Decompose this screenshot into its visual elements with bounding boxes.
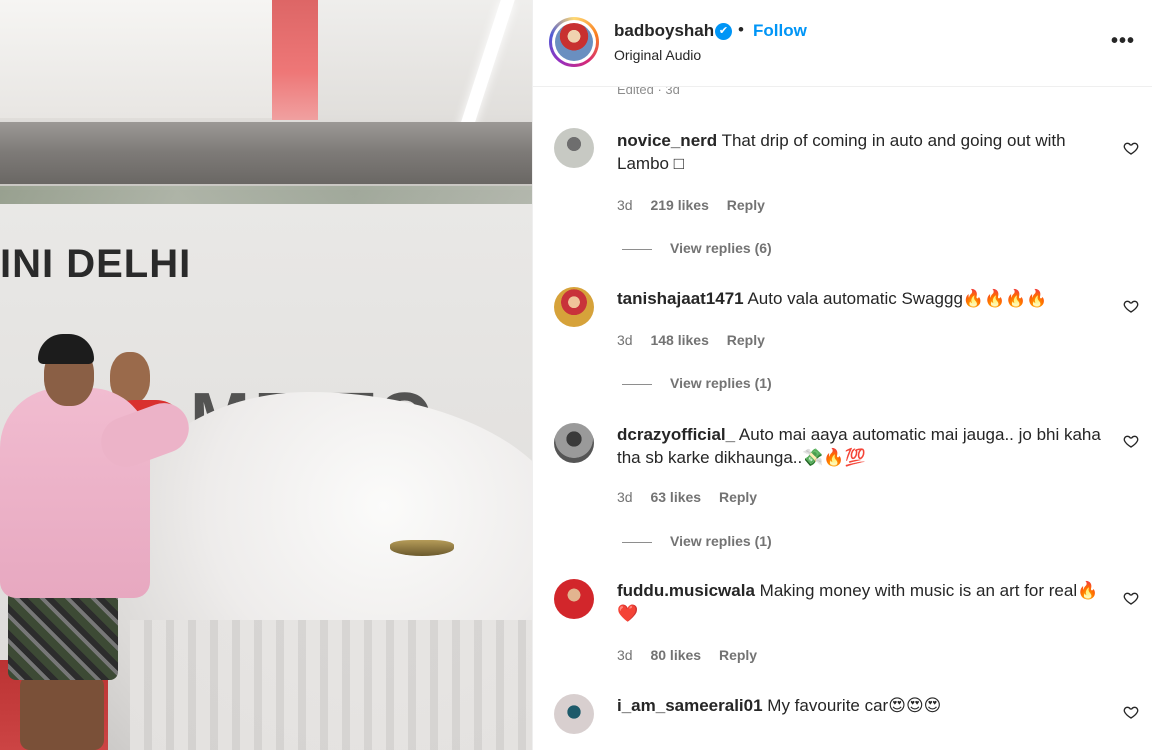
comment-meta: 3d 148 likes Reply [617, 332, 779, 348]
video-banner-text: INI DELHI [0, 242, 192, 286]
replies-divider [622, 248, 652, 250]
view-replies-button[interactable]: View replies (6) [622, 240, 772, 256]
comment-meta: 3d 63 likes Reply [617, 489, 771, 505]
comment-body: tanishajaat1471 Auto vala automatic Swag… [617, 287, 1117, 310]
verified-badge-icon: ✔ [715, 23, 732, 40]
comment-body: i_am_sameerali01 My favourite car😍😍😍 [617, 694, 1117, 717]
view-replies-button[interactable]: View replies (1) [622, 533, 772, 549]
avatar-ring-inner [552, 20, 596, 64]
car-logo [390, 540, 454, 556]
comment-text: Auto vala automatic Swaggg🔥🔥🔥🔥 [747, 289, 1048, 308]
reply-button[interactable]: Reply [727, 332, 765, 348]
replies-divider [622, 541, 652, 543]
comment-likes[interactable]: 63 likes [650, 489, 701, 505]
commenter-avatar[interactable] [554, 694, 594, 734]
comments-panel: badboyshah ✔ • Follow Original Audio •••… [532, 0, 1152, 750]
view-replies-label: View replies (1) [670, 533, 772, 549]
commenter-avatar[interactable] [554, 579, 594, 619]
reply-button[interactable]: Reply [719, 647, 757, 663]
video-red-light [272, 0, 318, 120]
like-heart-icon[interactable] [1123, 140, 1139, 156]
reel-video[interactable]: INI DELHI ME TO [0, 0, 532, 750]
comment-text: My favourite car😍😍😍 [767, 696, 942, 715]
view-replies-button[interactable]: View replies (1) [622, 375, 772, 391]
comment-likes[interactable]: 219 likes [650, 197, 708, 213]
video-beam [0, 122, 532, 184]
view-replies-label: View replies (6) [670, 240, 772, 256]
car-cover-fold [130, 620, 532, 750]
replies-divider [622, 383, 652, 385]
follow-button[interactable]: Follow [753, 21, 807, 41]
post-viewer: INI DELHI ME TO badboyshah ✔ • Follow Or… [0, 0, 1152, 750]
comment-likes[interactable]: 148 likes [650, 332, 708, 348]
commenter-avatar[interactable] [554, 128, 594, 168]
comment-time: 3d [617, 197, 633, 213]
like-heart-icon[interactable] [1123, 704, 1139, 720]
like-heart-icon[interactable] [1123, 298, 1139, 314]
reply-button[interactable]: Reply [719, 489, 757, 505]
comment-body: fuddu.musicwala Making money with music … [617, 579, 1117, 625]
view-replies-label: View replies (1) [670, 375, 772, 391]
comment-body: novice_nerd That drip of coming in auto … [617, 129, 1117, 175]
comment-username[interactable]: novice_nerd [617, 131, 717, 150]
comment-meta: 3d 219 likes Reply [617, 197, 779, 213]
post-header: badboyshah ✔ • Follow Original Audio ••• [533, 0, 1152, 87]
video-ceiling-panel [0, 0, 280, 118]
comment-time: 3d [617, 332, 633, 348]
comment-meta: 3d 80 likes Reply [617, 647, 771, 663]
like-heart-icon[interactable] [1123, 590, 1139, 606]
author-username[interactable]: badboyshah [614, 21, 714, 41]
author-avatar[interactable] [549, 17, 599, 67]
header-separator: • [738, 20, 744, 39]
comment-username[interactable]: tanishajaat1471 [617, 289, 744, 308]
comment-time: 3d [617, 489, 633, 505]
comment-time: 3d [617, 647, 633, 663]
reply-button[interactable]: Reply [727, 197, 765, 213]
commenter-avatar[interactable] [554, 423, 594, 463]
person-shorts [8, 590, 118, 680]
avatar-photo [555, 23, 593, 61]
more-options-icon[interactable]: ••• [1111, 30, 1135, 53]
comment-likes[interactable]: 80 likes [650, 647, 701, 663]
person-legs [20, 676, 104, 750]
commenter-avatar[interactable] [554, 287, 594, 327]
comment-username[interactable]: i_am_sameerali01 [617, 696, 763, 715]
comment-username[interactable]: fuddu.musicwala [617, 581, 755, 600]
comment-username[interactable]: dcrazyofficial_ [617, 425, 735, 444]
audio-label[interactable]: Original Audio [614, 47, 701, 63]
comment-body: dcrazyofficial_ Auto mai aaya automatic … [617, 423, 1117, 469]
like-heart-icon[interactable] [1123, 433, 1139, 449]
video-window-band [0, 186, 532, 204]
